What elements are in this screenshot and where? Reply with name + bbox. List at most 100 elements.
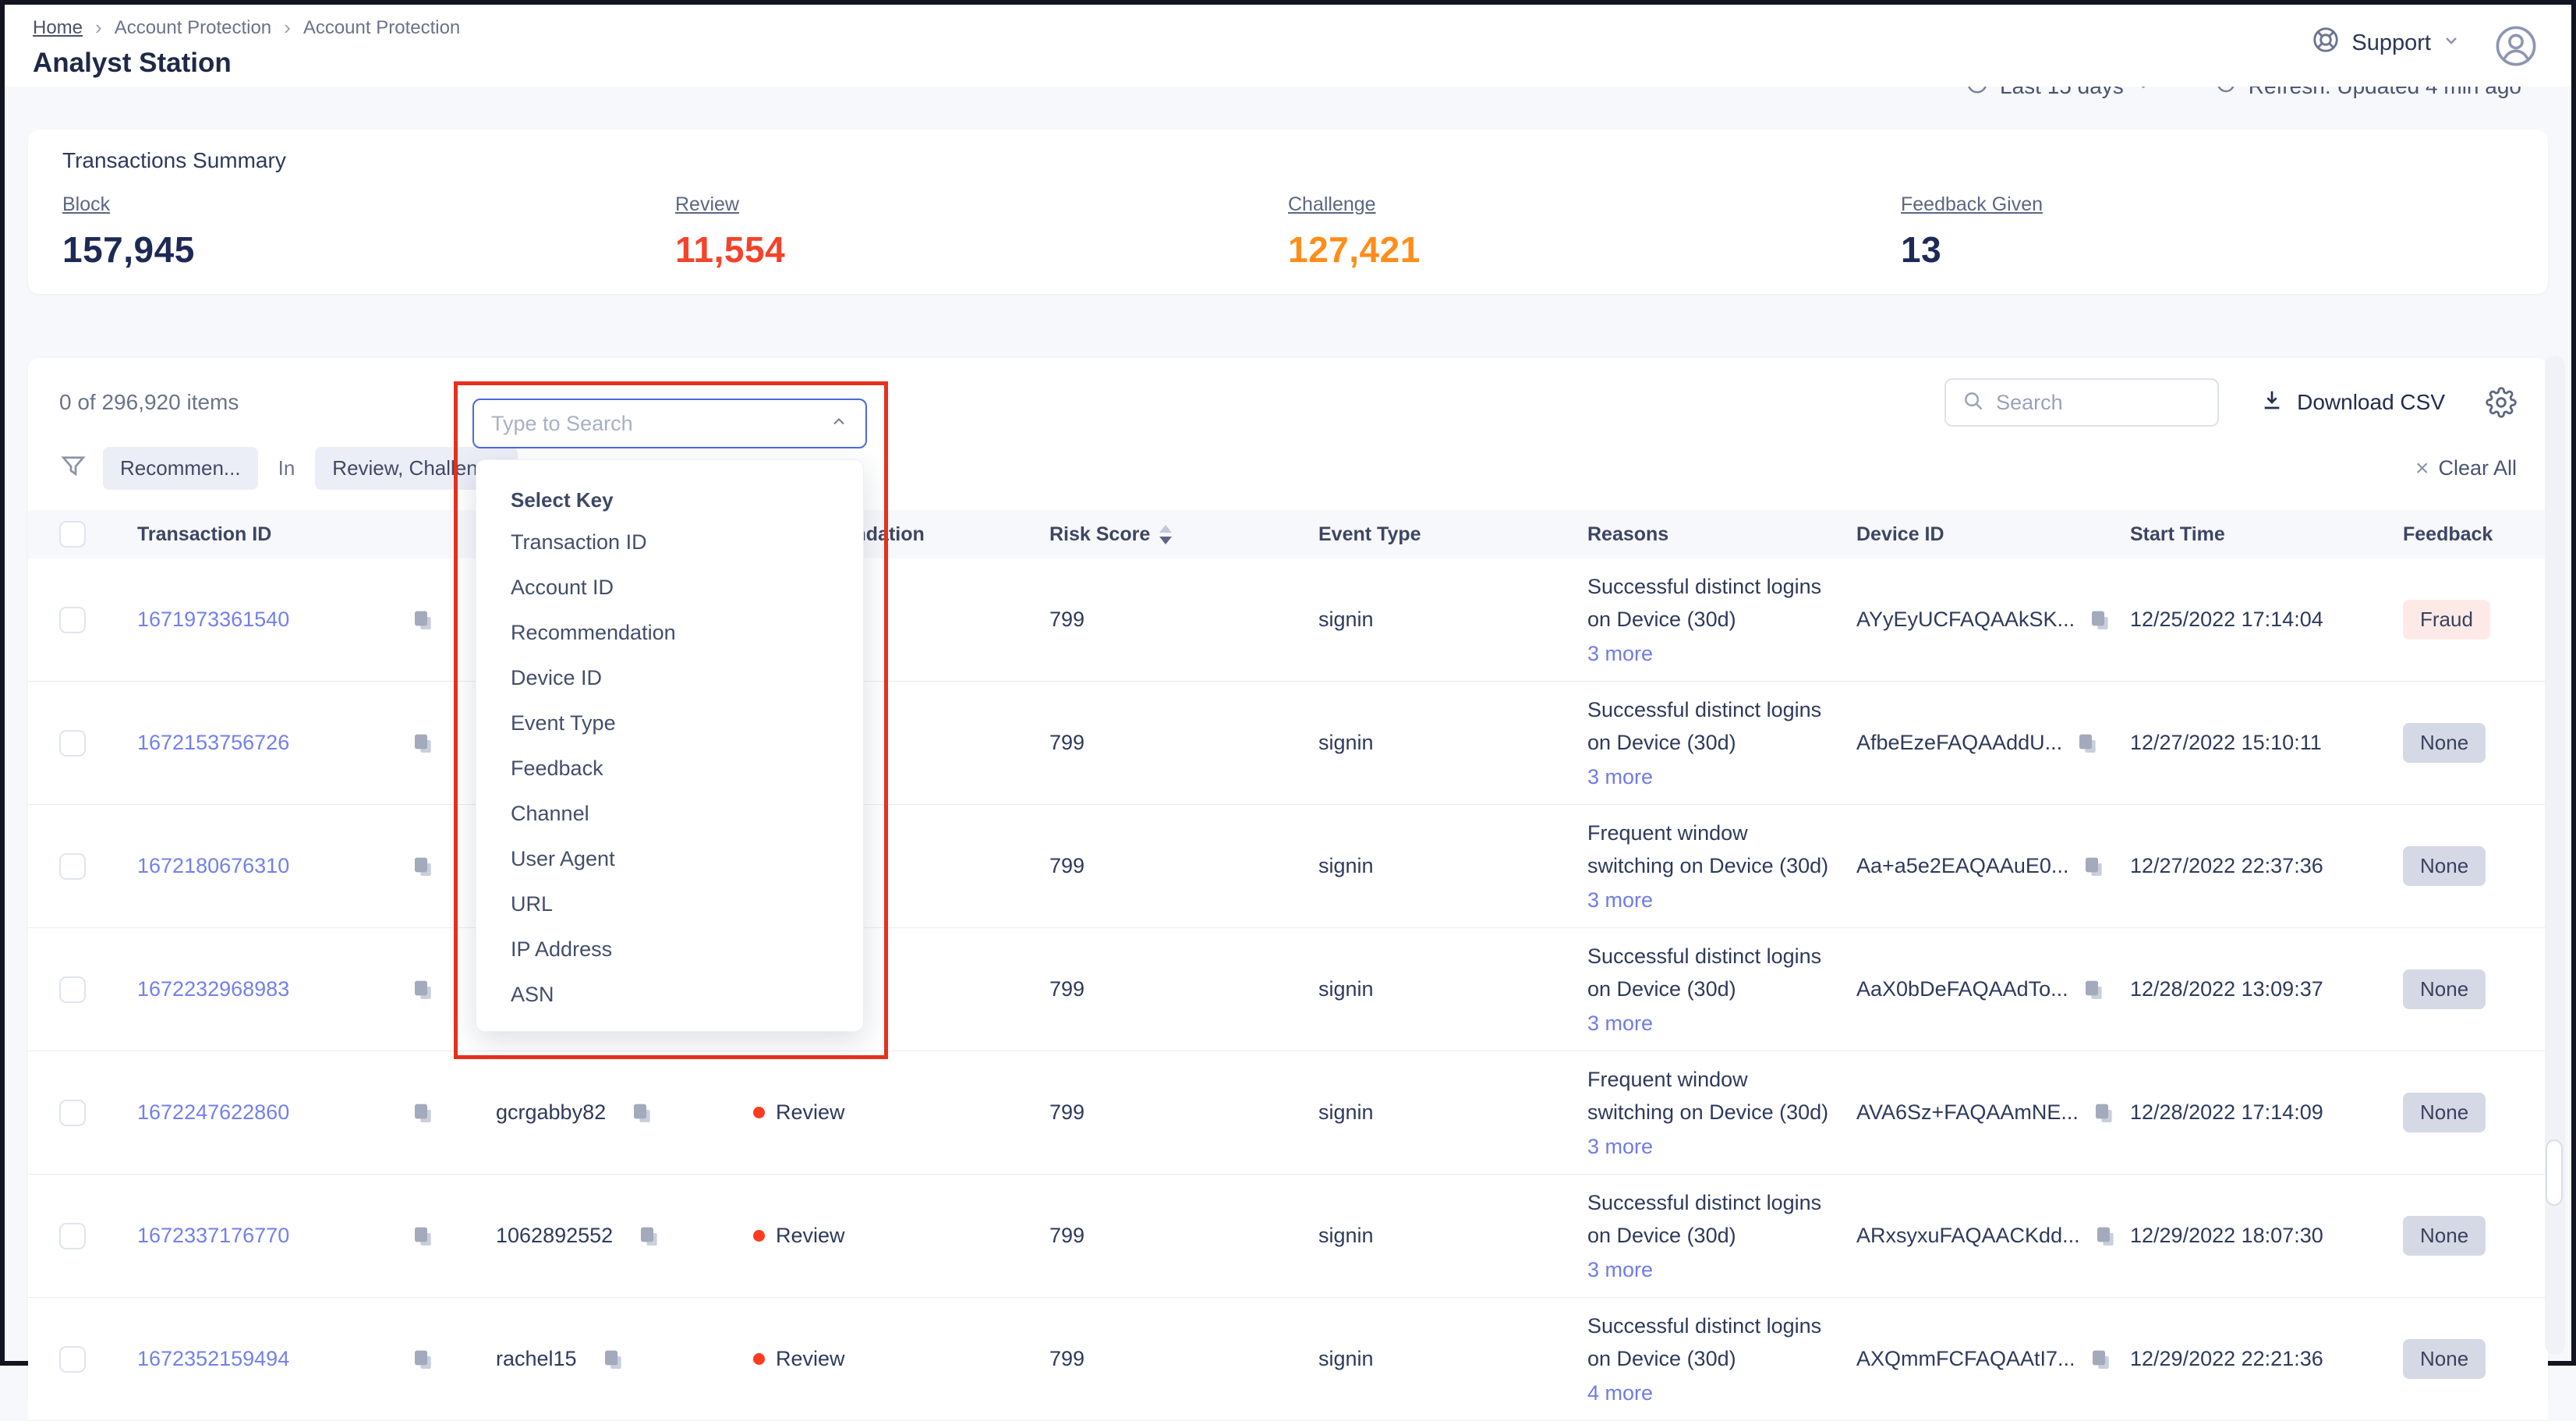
copy-icon[interactable] [629, 1100, 654, 1125]
start-time: 12/27/2022 15:10:11 [2102, 731, 2367, 755]
select-all-checkbox[interactable] [59, 521, 86, 547]
row-checkbox[interactable] [59, 607, 86, 633]
search-input[interactable] [1996, 391, 2202, 415]
clear-all-button[interactable]: × Clear All [2415, 455, 2517, 482]
device-id: ARxsyxuFAQAACKdd... [1856, 1224, 2080, 1248]
filter-row: Recommen... In Review, Challenge × Clear… [28, 427, 2548, 490]
dropdown-option-transaction-id[interactable]: Transaction ID [511, 519, 863, 565]
metric-challenge-label[interactable]: Challenge [1288, 193, 1376, 216]
row-checkbox[interactable] [59, 1223, 86, 1249]
recommendation-value: Review [776, 1224, 845, 1248]
transaction-id-link[interactable]: 1672180676310 [137, 854, 289, 878]
scrollbar-thumb[interactable] [2546, 1139, 2563, 1206]
copy-icon[interactable] [410, 731, 435, 756]
sort-icon[interactable] [1159, 525, 1172, 544]
vertical-scrollbar[interactable] [2545, 356, 2565, 1355]
column-risk-score[interactable]: Risk Score [956, 523, 1213, 546]
metric-review-label[interactable]: Review [675, 193, 739, 216]
dropdown-option-channel[interactable]: Channel [511, 791, 863, 836]
copy-icon[interactable] [410, 1347, 435, 1372]
start-time: 12/25/2022 17:14:04 [2102, 608, 2367, 632]
transaction-id-link[interactable]: 1671973361540 [137, 608, 289, 632]
clear-all-label: Clear All [2438, 456, 2517, 480]
dropdown-option-feedback[interactable]: Feedback [511, 746, 863, 791]
more-reasons-link[interactable]: 3 more [1587, 884, 1653, 916]
search-icon [1962, 389, 1985, 416]
page-title: Analyst Station [33, 48, 460, 79]
reason-text: Successful distinct logins on Device (30… [1587, 1309, 1837, 1375]
copy-icon[interactable] [410, 1100, 435, 1125]
dropdown-option-url[interactable]: URL [511, 881, 863, 927]
account-id[interactable]: rachel15 [496, 1347, 577, 1371]
reason-text: Frequent window switching on Device (30d… [1587, 1063, 1837, 1129]
breadcrumb-account-protection[interactable]: Account Protection [115, 17, 271, 39]
row-checkbox[interactable] [59, 1100, 86, 1126]
column-start-time[interactable]: Start Time [2130, 523, 2225, 545]
copy-icon[interactable] [2075, 731, 2100, 756]
recommendation-dot [753, 1230, 765, 1242]
download-csv-button[interactable]: Download CSV [2259, 388, 2445, 418]
metric-feedback-given: Feedback Given 13 [1901, 193, 2514, 271]
dropdown-option-user-agent[interactable]: User Agent [511, 836, 863, 881]
copy-icon[interactable] [410, 1224, 435, 1249]
dropdown-option-recommendation[interactable]: Recommendation [511, 610, 863, 655]
dropdown-option-device-id[interactable]: Device ID [511, 655, 863, 700]
column-feedback[interactable]: Feedback [2403, 523, 2493, 545]
recommendation-dot [753, 1107, 765, 1118]
more-reasons-link[interactable]: 3 more [1587, 1253, 1653, 1286]
more-reasons-link[interactable]: 3 more [1587, 1130, 1653, 1163]
row-checkbox[interactable] [59, 853, 86, 880]
dropdown-option-account-id[interactable]: Account ID [511, 565, 863, 610]
metric-block-label[interactable]: Block [62, 193, 110, 216]
copy-icon[interactable] [410, 977, 435, 1002]
breadcrumb: Home › Account Protection › Account Prot… [33, 16, 460, 40]
dropdown-option-asn[interactable]: ASN [511, 972, 863, 1017]
key-search-input[interactable] [491, 412, 830, 436]
support-menu[interactable]: Support [2311, 25, 2461, 61]
more-reasons-link[interactable]: 3 more [1587, 760, 1653, 793]
feedback-badge: Fraud [2403, 600, 2490, 640]
transactions-table-card: 0 of 296,920 items Download CSV [28, 358, 2548, 1407]
column-event-type[interactable]: Event Type [1318, 523, 1421, 545]
copy-icon[interactable] [600, 1347, 625, 1372]
metric-feedback-given-label[interactable]: Feedback Given [1901, 193, 2043, 216]
transaction-id-link[interactable]: 1672352159494 [137, 1347, 289, 1371]
feedback-badge: None [2403, 1216, 2486, 1256]
dropdown-option-event-type[interactable]: Event Type [511, 700, 863, 746]
event-type: signin [1213, 1224, 1541, 1248]
key-search-combobox[interactable] [472, 399, 867, 448]
copy-icon[interactable] [410, 608, 435, 633]
event-type: signin [1213, 608, 1541, 632]
transaction-id-link[interactable]: 1672232968983 [137, 977, 289, 1001]
row-checkbox[interactable] [59, 1346, 86, 1373]
top-bar: Home › Account Protection › Account Prot… [5, 5, 2571, 87]
device-id: AfbeEzeFAQAAddU... [1856, 731, 2062, 755]
table-header-row: Transaction ID Account ID Recommendation… [28, 510, 2548, 558]
column-device-id[interactable]: Device ID [1856, 523, 1944, 546]
more-reasons-link[interactable]: 4 more [1587, 1377, 1653, 1409]
filter-field-chip[interactable]: Recommen... [103, 447, 258, 490]
transaction-id-link[interactable]: 1672153756726 [137, 731, 289, 755]
transaction-id-link[interactable]: 1672337176770 [137, 1224, 289, 1248]
copy-icon[interactable] [410, 854, 435, 879]
account-id[interactable]: 1062892552 [496, 1224, 613, 1248]
user-avatar[interactable] [2495, 25, 2537, 67]
transaction-id-link[interactable]: 1672247622860 [137, 1100, 289, 1125]
download-csv-label: Download CSV [2297, 390, 2445, 415]
column-transaction-id[interactable]: Transaction ID [137, 523, 271, 546]
chevron-up-icon[interactable] [830, 413, 848, 435]
account-id[interactable]: gcrgabby82 [496, 1100, 606, 1125]
table-settings-button[interactable] [2486, 387, 2517, 418]
more-reasons-link[interactable]: 3 more [1587, 1007, 1653, 1040]
row-checkbox[interactable] [59, 730, 86, 757]
dropdown-option-ip-address[interactable]: IP Address [511, 927, 863, 972]
select-key-dropdown: Select Key Transaction ID Account ID Rec… [476, 459, 864, 1032]
copy-icon[interactable] [636, 1224, 661, 1249]
breadcrumb-home-link[interactable]: Home [33, 17, 83, 39]
table-search[interactable] [1944, 378, 2219, 427]
row-checkbox[interactable] [59, 976, 86, 1003]
top-bar-right: Support [2311, 16, 2537, 87]
more-reasons-link[interactable]: 3 more [1587, 637, 1653, 670]
column-reasons[interactable]: Reasons [1587, 523, 1668, 545]
breadcrumb-account-protection-2: Account Protection [303, 17, 460, 39]
